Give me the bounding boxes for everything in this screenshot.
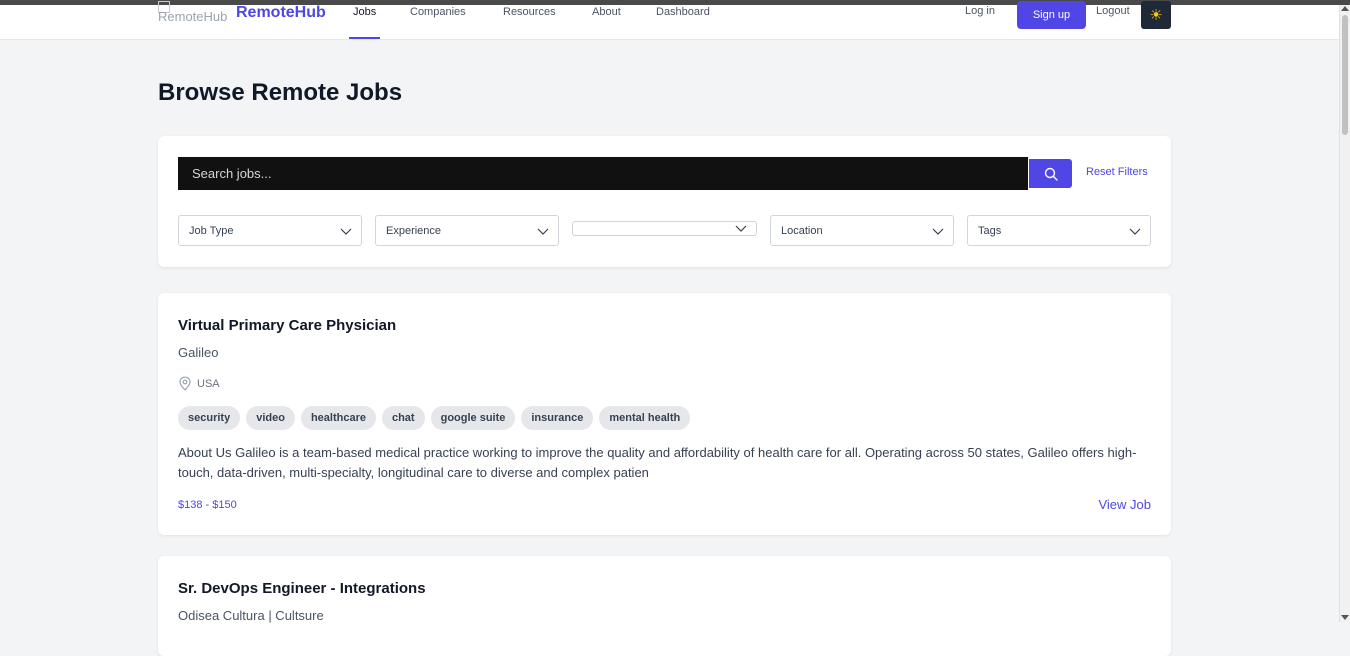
scrollbar-thumb[interactable] — [1342, 15, 1348, 135]
tags-select-value: Tags — [978, 224, 1002, 237]
chevron-down-icon — [735, 225, 747, 232]
brand-name[interactable]: RemoteHub — [236, 4, 326, 22]
tag-list: security video healthcare chat google su… — [178, 406, 691, 430]
job-type-select[interactable]: Job Type — [178, 215, 362, 246]
experience-select-value: Experience — [386, 224, 442, 237]
search-input[interactable] — [178, 157, 1028, 190]
nav-link-dashboard[interactable]: Dashboard — [656, 6, 710, 18]
navbar: RemoteHub RemoteHub Jobs Companies Resou… — [0, 1, 1340, 40]
sun-icon: ☀ — [1149, 7, 1163, 24]
tag[interactable]: insurance — [521, 406, 594, 430]
chevron-down-icon — [1129, 228, 1141, 235]
unlabeled-select[interactable] — [572, 221, 757, 236]
page-title: Browse Remote Jobs — [158, 79, 403, 106]
company-name: Galileo — [178, 345, 219, 360]
view-job-link[interactable]: View Job — [1098, 497, 1151, 512]
page-scrollbar[interactable] — [1339, 5, 1350, 622]
location-select-value: Location — [781, 224, 823, 237]
tag[interactable]: mental health — [599, 406, 691, 430]
scroll-down-arrow-icon[interactable] — [1341, 615, 1349, 620]
job-location: USA — [178, 376, 220, 391]
tag[interactable]: google suite — [430, 406, 516, 430]
logo-image[interactable]: RemoteHub — [158, 1, 230, 27]
signup-button[interactable]: Sign up — [1017, 1, 1086, 29]
tag[interactable]: security — [178, 406, 241, 430]
job-description: About Us Galileo is a team-based medical… — [178, 445, 1137, 480]
chevron-down-icon — [932, 228, 944, 235]
nav-link-about[interactable]: About — [592, 6, 621, 18]
filter-panel: Reset Filters Job Type Experience Locati… — [158, 136, 1171, 267]
nav-link-companies[interactable]: Companies — [410, 6, 466, 18]
theme-toggle-button[interactable]: ☀ — [1141, 1, 1171, 29]
salary-range: $138 - $150 — [178, 499, 237, 511]
tag[interactable]: chat — [381, 406, 425, 430]
logo-alt-text: RemoteHub — [158, 9, 228, 24]
logout-link[interactable]: Logout — [1096, 5, 1130, 17]
location-text: USA — [197, 377, 220, 390]
experience-select[interactable]: Experience — [375, 215, 559, 246]
chevron-down-icon — [537, 228, 549, 235]
nav-link-resources[interactable]: Resources — [503, 6, 556, 18]
job-type-select-value: Job Type — [189, 224, 234, 237]
nav-link-jobs[interactable]: Jobs — [353, 6, 376, 18]
chevron-down-icon — [340, 228, 352, 235]
company-name: Odisea Cultura | Cultsure — [178, 608, 324, 623]
login-link[interactable]: Log in — [965, 5, 995, 17]
job-title[interactable]: Virtual Primary Care Physician — [178, 317, 396, 334]
search-button[interactable] — [1029, 159, 1072, 188]
location-select[interactable]: Location — [770, 215, 954, 246]
map-pin-icon — [179, 376, 191, 391]
active-nav-indicator — [349, 37, 380, 39]
search-icon — [1044, 167, 1058, 181]
job-card[interactable]: Sr. DevOps Engineer - Integrations Odise… — [158, 556, 1171, 656]
scroll-up-arrow-icon[interactable] — [1341, 6, 1349, 11]
reset-filters-link[interactable]: Reset Filters — [1086, 166, 1148, 178]
job-card[interactable]: Virtual Primary Care Physician Galileo U… — [158, 293, 1171, 535]
job-title[interactable]: Sr. DevOps Engineer - Integrations — [178, 580, 426, 597]
tags-select[interactable]: Tags — [967, 215, 1151, 246]
tag[interactable]: healthcare — [300, 406, 376, 430]
tag[interactable]: video — [246, 406, 295, 430]
